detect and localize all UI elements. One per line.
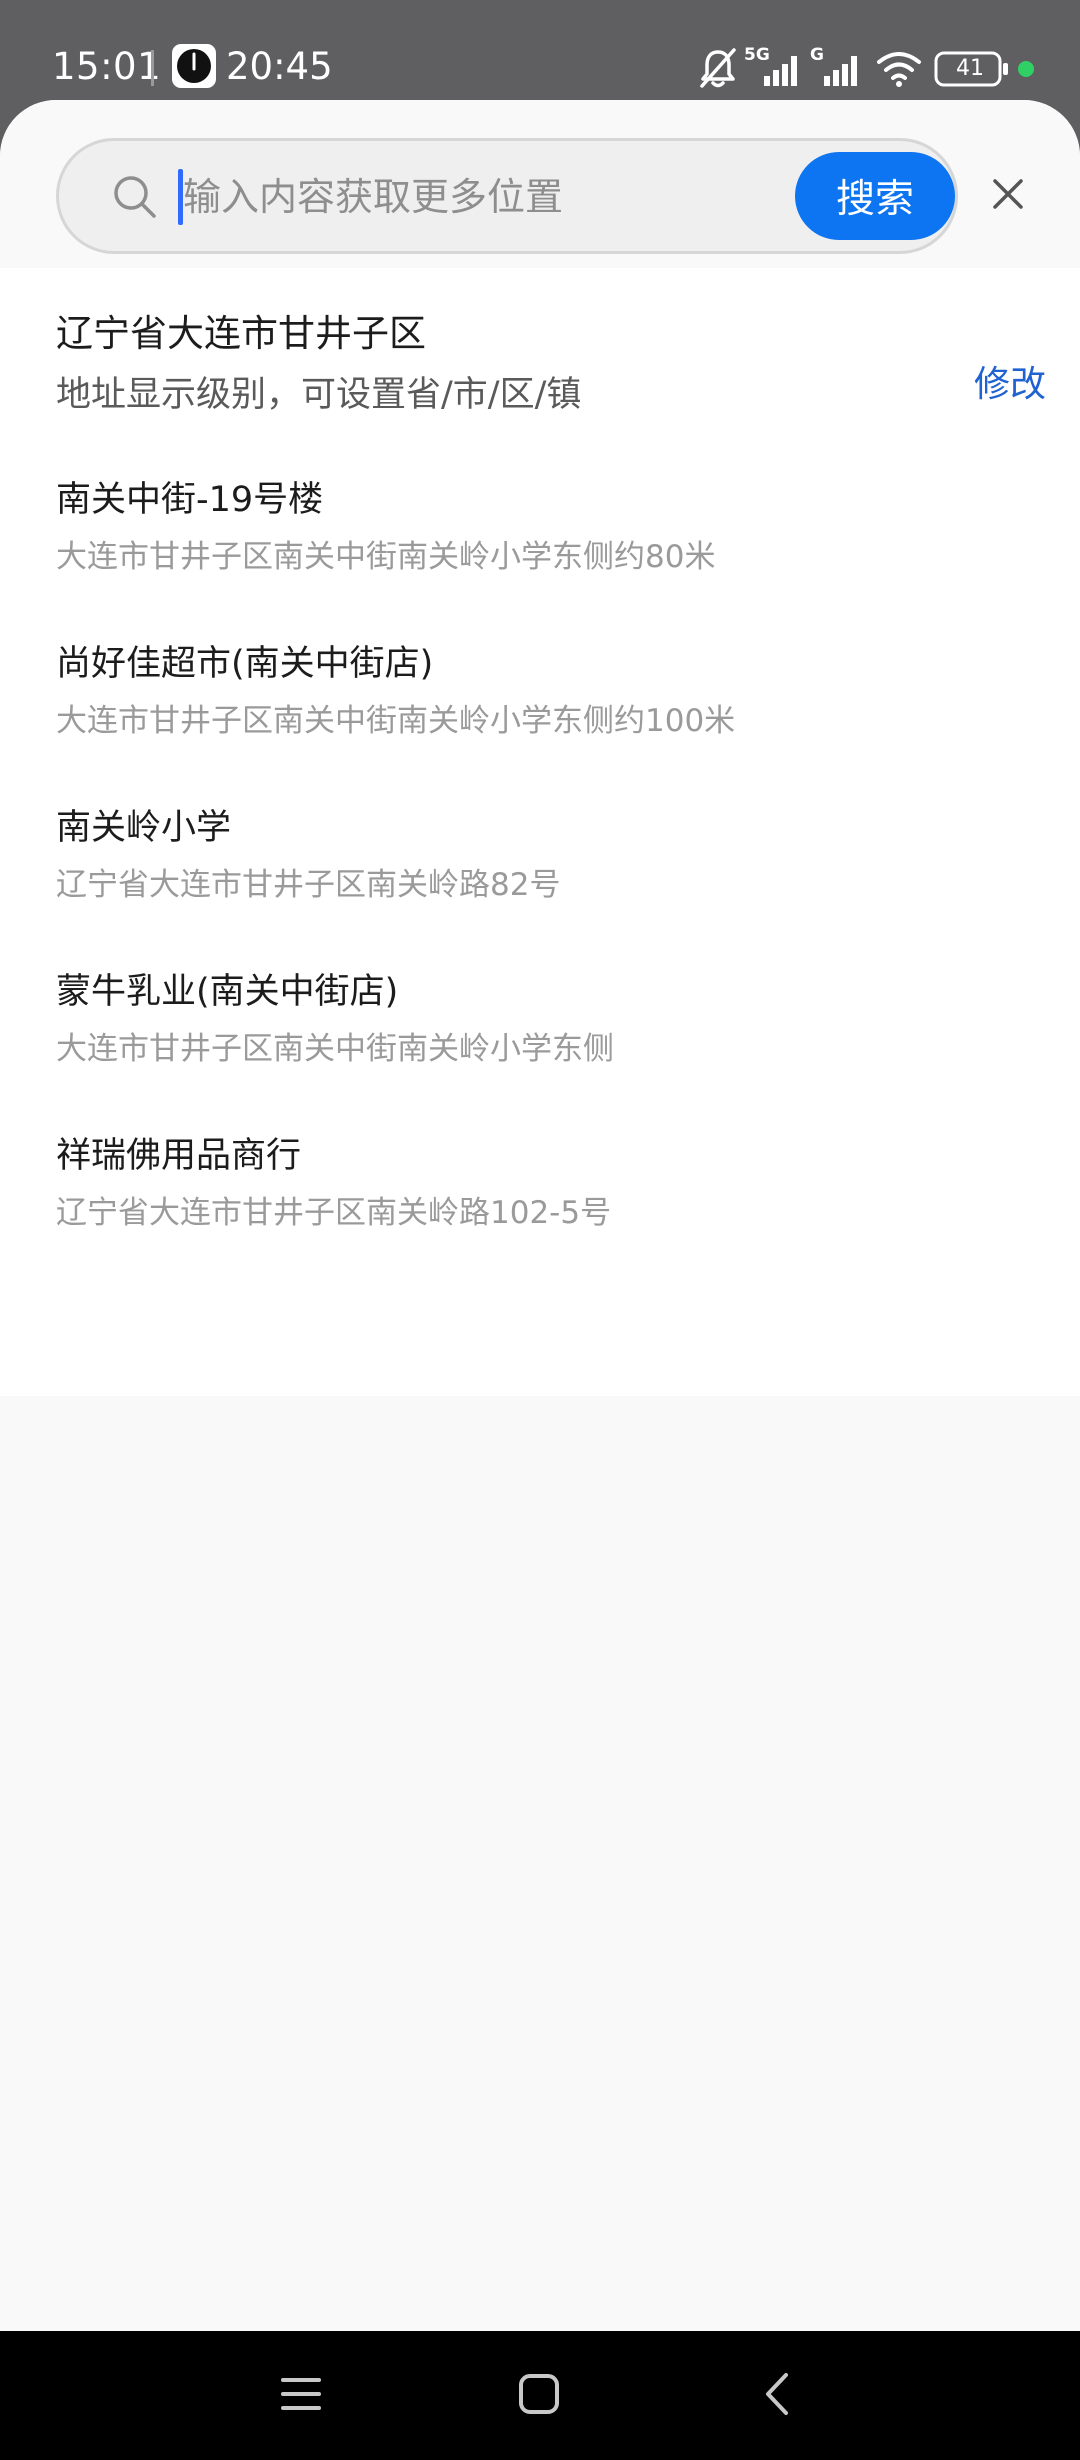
battery-level: 41 bbox=[956, 56, 984, 81]
current-location-item[interactable]: 辽宁省大连市甘井子区 地址显示级别，可设置省/市/区/镇 修改 bbox=[0, 268, 1080, 448]
close-button[interactable] bbox=[978, 158, 1038, 234]
bell-muted-icon bbox=[698, 46, 738, 94]
search-header: 搜索 bbox=[0, 100, 1080, 268]
close-icon bbox=[991, 177, 1025, 215]
status-time: 15:01 bbox=[52, 45, 162, 88]
place-name: 南关岭小学 bbox=[56, 808, 232, 848]
location-picker-sheet: 搜索 辽宁省大连市甘井子区 地址显示级别，可设置省/市/区/镇 修改 南关中街-… bbox=[0, 100, 1080, 2331]
privacy-indicator-dot bbox=[1018, 61, 1034, 77]
place-address: 辽宁省大连市甘井子区南关岭路102-5号 bbox=[56, 1195, 612, 1231]
search-icon bbox=[111, 173, 159, 221]
clock-widget-icon bbox=[172, 44, 216, 88]
list-item[interactable]: 南关中街-19号楼 大连市甘井子区南关中街南关岭小学东侧约80米 bbox=[0, 448, 1080, 612]
list-item[interactable]: 蒙牛乳业(南关中街店) 大连市甘井子区南关中街南关岭小学东侧 bbox=[0, 940, 1080, 1104]
list-item[interactable]: 祥瑞佛用品商行 辽宁省大连市甘井子区南关岭路102-5号 bbox=[0, 1104, 1080, 1268]
place-address: 辽宁省大连市甘井子区南关岭路82号 bbox=[56, 867, 561, 903]
list-item[interactable]: 尚好佳超市(南关中街店) 大连市甘井子区南关中街南关岭小学东侧约100米 bbox=[0, 612, 1080, 776]
location-list: 辽宁省大连市甘井子区 地址显示级别，可设置省/市/区/镇 修改 南关中街-19号… bbox=[0, 268, 1080, 1396]
status-divider bbox=[151, 50, 154, 86]
nav-home-button[interactable] bbox=[504, 2361, 574, 2431]
wifi-icon bbox=[876, 50, 922, 92]
back-icon bbox=[762, 2371, 792, 2421]
place-address: 大连市甘井子区南关中街南关岭小学东侧 bbox=[56, 1031, 614, 1067]
edit-level-link[interactable]: 修改 bbox=[974, 362, 1046, 408]
nav-menu-button[interactable] bbox=[266, 2361, 336, 2431]
current-location-title: 辽宁省大连市甘井子区 bbox=[56, 312, 426, 355]
list-item[interactable]: 南关岭小学 辽宁省大连市甘井子区南关岭路82号 bbox=[0, 776, 1080, 940]
signal-5g-icon: 5G bbox=[744, 46, 808, 88]
status-bar: 15:01 20:45 5G G 41 bbox=[0, 0, 1080, 100]
nav-back-button[interactable] bbox=[742, 2361, 812, 2431]
signal-g-icon: G bbox=[808, 46, 866, 88]
place-name: 祥瑞佛用品商行 bbox=[56, 1136, 302, 1176]
system-nav-bar bbox=[0, 2331, 1080, 2460]
clock-widget-time: 20:45 bbox=[226, 45, 333, 88]
place-address: 大连市甘井子区南关中街南关岭小学东侧约100米 bbox=[56, 703, 736, 739]
place-name: 南关中街-19号楼 bbox=[56, 480, 324, 520]
place-name: 蒙牛乳业(南关中街店) bbox=[56, 972, 399, 1012]
place-name: 尚好佳超市(南关中街店) bbox=[56, 644, 434, 684]
place-address: 大连市甘井子区南关中街南关岭小学东侧约80米 bbox=[56, 539, 716, 575]
search-input[interactable] bbox=[183, 159, 823, 235]
current-location-subtitle: 地址显示级别，可设置省/市/区/镇 bbox=[56, 375, 582, 415]
home-icon bbox=[517, 2372, 561, 2420]
search-box[interactable]: 搜索 bbox=[56, 138, 958, 254]
search-button[interactable]: 搜索 bbox=[795, 152, 955, 240]
menu-icon bbox=[279, 2374, 323, 2418]
